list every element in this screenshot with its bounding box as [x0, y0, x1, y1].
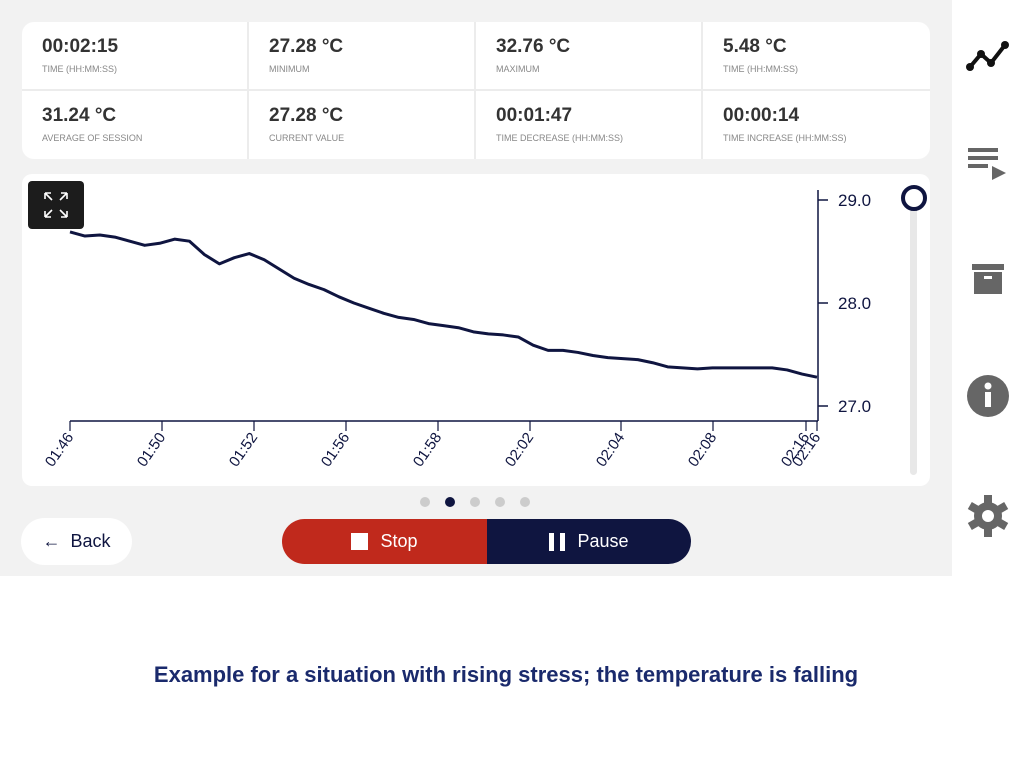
pause-label: Pause [577, 531, 629, 551]
x-tick-label: 01:56 [318, 430, 353, 471]
y-tick-label: 27.0 [838, 397, 871, 416]
page-dot[interactable] [520, 497, 530, 507]
temperature-line [69, 230, 818, 379]
page-dot[interactable] [420, 497, 430, 507]
back-label: Back [70, 531, 111, 551]
stop-icon [351, 533, 369, 550]
x-tick-label: 01:58 [410, 430, 445, 471]
back-button[interactable]: ← Back [21, 518, 132, 565]
playlist-play-icon[interactable] [964, 140, 1012, 188]
app-screen: 00:02:15 Time (HH:MM:SS) 27.28 °C Minimum 32… [0, 0, 952, 576]
x-tick-label: 02:04 [593, 430, 628, 471]
expand-icon [44, 192, 68, 218]
y-tick-label: 28.0 [838, 294, 871, 313]
stop-button[interactable]: Stop [282, 519, 487, 564]
page-indicator [420, 497, 530, 507]
chart-line-icon[interactable] [964, 33, 1012, 81]
page-dot[interactable] [445, 497, 455, 507]
zoom-slider-handle[interactable] [901, 185, 927, 211]
temperature-chart: 29.0 28.0 27.0 01:46 01:50 01:52 01:56 01:58 02:… [42, 185, 927, 475]
zoom-slider-track[interactable] [910, 205, 917, 475]
x-tick-label: 01:50 [134, 430, 169, 471]
page-dot[interactable] [495, 497, 505, 507]
x-tick-label: 02:08 [685, 430, 720, 471]
x-tick-label: 02:02 [502, 430, 537, 471]
info-icon[interactable] [964, 372, 1012, 420]
sidebar [952, 0, 1024, 576]
caption: Example for a situation with rising stre… [153, 662, 859, 687]
gear-icon[interactable] [964, 492, 1012, 540]
x-tick-label: 01:46 [42, 430, 77, 471]
page-dot[interactable] [470, 497, 480, 507]
pause-icon [549, 532, 566, 551]
stop-label: Stop [380, 531, 418, 551]
arrow-left-icon: ← [42, 531, 61, 551]
y-tick-label: 29.0 [838, 191, 871, 210]
fullscreen-button[interactable] [28, 181, 84, 229]
archive-icon[interactable] [964, 254, 1012, 302]
pause-button[interactable]: Pause [487, 519, 691, 564]
x-tick-label: 01:52 [226, 430, 261, 471]
